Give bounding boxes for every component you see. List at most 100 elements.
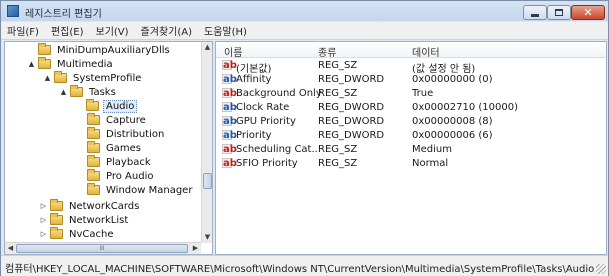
menu-edit[interactable]: 편집(E) [45, 23, 90, 38]
folder-icon [87, 113, 100, 125]
value-data: 0x00002710 (10000) [412, 102, 518, 113]
value-row[interactable]: ab GPU Priority REG_DWORD 0x00000008 (8) [216, 115, 606, 129]
collapse-icon[interactable]: ▲ [59, 88, 68, 96]
tree-item-networklist[interactable]: ▷ NetworkList [39, 213, 130, 227]
value-type: REG_DWORD [318, 74, 385, 85]
folder-open-icon [54, 71, 67, 83]
menu-help[interactable]: 도움말(H) [198, 23, 253, 38]
status-key-path: 컴퓨터\HKEY_LOCAL_MACHINE\SOFTWARE\Microsof… [5, 264, 595, 275]
column-header-data[interactable]: 데이터 [412, 44, 440, 59]
value-data: Medium [412, 144, 452, 155]
tree-horizontal-scrollbar[interactable]: ◀ III ▶ [5, 242, 201, 254]
value-type: REG_DWORD [318, 116, 385, 127]
scroll-right-icon[interactable]: ▶ [190, 243, 201, 254]
maximize-icon [555, 9, 563, 16]
value-type: REG_SZ [318, 158, 358, 169]
collapse-icon[interactable]: ▲ [27, 60, 36, 68]
value-data: 0x00000008 (8) [412, 116, 493, 127]
tree-item-systemprofile[interactable]: ▲ SystemProfile [43, 71, 143, 85]
tree-item-games[interactable]: Games [87, 141, 143, 155]
folder-icon [38, 43, 51, 55]
collapse-icon[interactable]: ▲ [43, 74, 52, 82]
value-data: Normal [412, 158, 449, 169]
tree-item-playback[interactable]: Playback [87, 155, 153, 169]
registry-editor-window: 레지스트리 편집기 ✕ 파일(F) 편집(E) 보기(V) 즐겨찾기(A) 도움… [0, 0, 609, 276]
tree-item-label: Tasks [89, 86, 116, 98]
value-type: REG_DWORD [318, 102, 385, 113]
menu-view[interactable]: 보기(V) [90, 23, 135, 38]
tree-item-label: Pro Audio [106, 170, 154, 182]
tree-item-networkcards[interactable]: ▷ NetworkCards [39, 199, 141, 213]
value-name: Scheduling Cat... [236, 144, 322, 155]
registry-app-icon [7, 5, 19, 17]
tree-item-tasks[interactable]: ▲ Tasks [59, 85, 118, 99]
tree-item-label: Multimedia [57, 58, 113, 70]
resize-grip-icon[interactable] [596, 264, 606, 274]
tree-vertical-scrollbar[interactable]: ▲ ▼ [201, 42, 212, 243]
value-row[interactable]: ab Priority REG_DWORD 0x00000006 (6) [216, 129, 606, 143]
tree-item-label: Audio [103, 99, 138, 113]
tree-item-minidumpauxiliarydlls[interactable]: MiniDumpAuxiliaryDlls [27, 43, 172, 57]
value-name: Priority [236, 130, 272, 141]
tree-item-distribution[interactable]: Distribution [87, 127, 166, 141]
folder-icon [87, 169, 100, 181]
value-type: REG_SZ [318, 88, 358, 99]
expand-icon[interactable]: ▷ [39, 202, 48, 210]
tree-item-label: Capture [106, 114, 146, 126]
value-row[interactable]: ab Affinity REG_DWORD 0x00000000 (0) [216, 73, 606, 87]
title-bar[interactable]: 레지스트리 편집기 ✕ [1, 1, 608, 21]
close-button[interactable]: ✕ [571, 5, 605, 20]
folder-icon [50, 213, 63, 225]
key-tree-pane[interactable]: MiniDumpAuxiliaryDlls ▲ Multimedia ▲ Sys… [4, 41, 213, 255]
tree-item-label: NetworkList [69, 214, 129, 226]
tree-item-label: NetworkCards [69, 200, 140, 212]
minimize-button[interactable] [523, 5, 547, 20]
tree-item-label: Games [106, 142, 141, 154]
values-list-pane[interactable]: 이름 종류 데이터 ab (기본값) REG_SZ (값 설정 안 됨) ab … [215, 41, 607, 255]
value-row[interactable]: ab Background Only REG_SZ True [216, 87, 606, 101]
tree-item-window-manager[interactable]: Window Manager [87, 183, 194, 197]
tree-item-multimedia[interactable]: ▲ Multimedia [27, 57, 115, 71]
tree-item-label: Playback [106, 156, 151, 168]
menu-bar: 파일(F) 편집(E) 보기(V) 즐겨찾기(A) 도움말(H) [1, 22, 608, 40]
value-data: 0x00000000 (0) [412, 74, 493, 85]
value-name: Clock Rate [236, 102, 290, 113]
tree-item-label: NvCache [69, 228, 114, 240]
window-title: 레지스트리 편집기 [25, 9, 102, 20]
tree-item-nvcache[interactable]: ▷ NvCache [39, 227, 116, 241]
horizontal-scroll-thumb[interactable]: III [16, 244, 188, 253]
folder-icon [87, 141, 100, 153]
tree-item-pro-audio[interactable]: Pro Audio [87, 169, 155, 183]
tree-item-label: Window Manager [106, 184, 193, 196]
expand-icon[interactable]: ▷ [39, 230, 48, 238]
folder-icon [87, 155, 100, 167]
column-header-type[interactable]: 종류 [318, 44, 336, 59]
value-row[interactable]: ab SFIO Priority REG_SZ Normal [216, 157, 606, 171]
value-row[interactable]: ab Scheduling Cat... REG_SZ Medium [216, 143, 606, 157]
scroll-up-icon[interactable]: ▲ [202, 42, 212, 53]
minimize-icon [531, 13, 539, 17]
binary-value-icon: ab [222, 130, 237, 141]
vertical-scroll-thumb[interactable] [203, 173, 212, 189]
string-value-icon: ab [222, 158, 237, 169]
tree-item-audio[interactable]: Audio [75, 99, 138, 113]
value-name: Background Only [236, 88, 322, 99]
value-row[interactable]: ab (기본값) REG_SZ (값 설정 안 됨) [216, 59, 606, 75]
string-value-icon: ab [222, 60, 237, 71]
value-type: REG_SZ [318, 60, 358, 71]
value-row[interactable]: ab Clock Rate REG_DWORD 0x00002710 (1000… [216, 101, 606, 115]
expand-icon[interactable]: ▷ [39, 216, 48, 224]
folder-open-icon [70, 85, 83, 97]
tree-item-label: Distribution [106, 128, 165, 140]
menu-file[interactable]: 파일(F) [1, 23, 45, 38]
scroll-left-icon[interactable]: ◀ [5, 243, 16, 254]
maximize-button[interactable] [547, 5, 571, 20]
binary-value-icon: ab [222, 74, 237, 85]
folder-icon [50, 199, 63, 211]
column-header-name[interactable]: 이름 [224, 44, 242, 59]
tree-item-capture[interactable]: Capture [87, 113, 148, 127]
binary-value-icon: ab [222, 116, 237, 127]
menu-favorites[interactable]: 즐겨찾기(A) [135, 23, 198, 38]
scroll-down-icon[interactable]: ▼ [202, 232, 212, 243]
close-icon: ✕ [583, 6, 593, 19]
